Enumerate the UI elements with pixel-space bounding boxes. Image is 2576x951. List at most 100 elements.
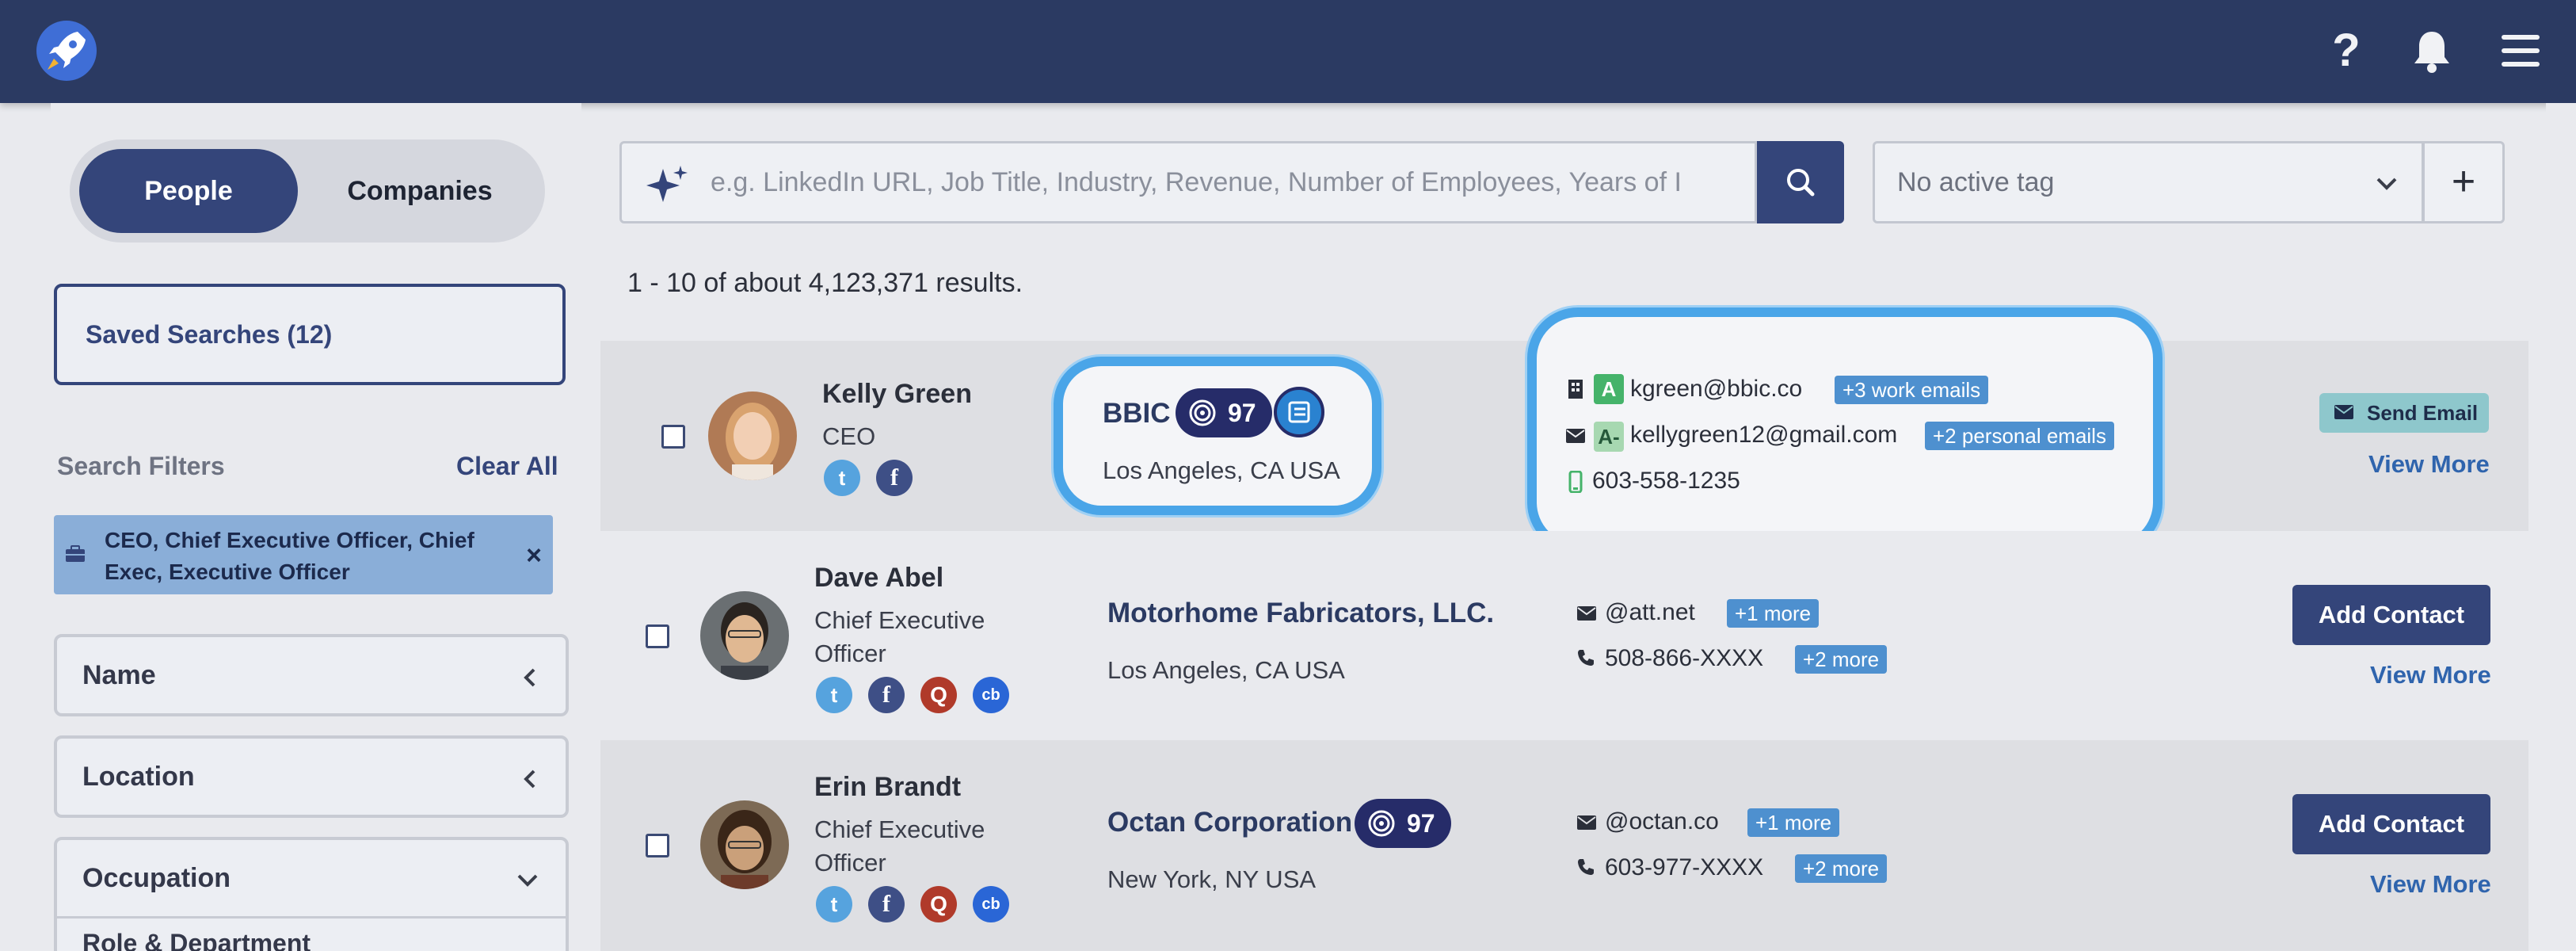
occupation-filter-accordion[interactable]: Occupation Role & Department xyxy=(54,837,569,951)
person-title-line1: Chief Executive xyxy=(814,815,985,843)
saved-searches-button[interactable]: Saved Searches (12) xyxy=(54,284,566,385)
phone-icon xyxy=(1578,650,1594,666)
accordion-label: Location xyxy=(82,762,195,792)
hamburger-menu-icon[interactable] xyxy=(2495,25,2546,76)
quora-icon[interactable]: Q xyxy=(920,677,957,713)
intent-score-badge: 97 xyxy=(1176,388,1272,437)
company-name[interactable]: Motorhome Fabricators, LLC. xyxy=(1107,598,1494,629)
person-title-line1: Chief Executive xyxy=(814,606,985,634)
filters-sidebar: People Companies Saved Searches (12) Sea… xyxy=(51,103,581,951)
add-contact-button[interactable]: Add Contact xyxy=(2292,585,2490,645)
row-checkbox[interactable] xyxy=(646,624,669,648)
twitter-icon[interactable]: t xyxy=(816,677,852,713)
email[interactable]: @att.net xyxy=(1605,599,1695,626)
location-filter-accordion[interactable]: Location xyxy=(54,735,569,818)
send-email-label: Send Email xyxy=(2367,401,2479,425)
company-name[interactable]: BBIC xyxy=(1103,398,1171,430)
more-work-emails-badge[interactable]: +3 work emails xyxy=(1835,376,1989,404)
rocket-logo-icon[interactable] xyxy=(36,21,97,81)
add-contact-button[interactable]: Add Contact xyxy=(2292,794,2490,854)
send-email-button[interactable]: Send Email xyxy=(2319,393,2489,433)
chevron-left-icon xyxy=(524,668,535,687)
help-icon[interactable]: ? xyxy=(2321,25,2372,76)
people-tab[interactable]: People xyxy=(79,149,298,233)
active-filter-text: CEO, Chief Executive Officer, Chief Exec… xyxy=(105,528,474,584)
chevron-down-icon xyxy=(517,874,538,887)
person-title-line2: Officer xyxy=(814,849,886,877)
avatar xyxy=(700,800,789,889)
people-companies-toggle: People Companies xyxy=(70,139,545,243)
search-placeholder: e.g. LinkedIn URL, Job Title, Industry, … xyxy=(711,167,1682,197)
phone-number[interactable]: 508-866-XXXX xyxy=(1605,645,1763,672)
person-name[interactable]: Erin Brandt xyxy=(814,772,961,803)
more-phones-badge[interactable]: +2 more xyxy=(1795,645,1888,674)
facebook-icon[interactable]: f xyxy=(868,886,905,922)
twitter-icon[interactable]: t xyxy=(824,460,860,496)
tag-select-value: No active tag xyxy=(1897,167,2055,197)
facebook-icon[interactable]: f xyxy=(868,677,905,713)
divider xyxy=(57,916,566,919)
search-input[interactable]: e.g. LinkedIn URL, Job Title, Industry, … xyxy=(619,141,1757,223)
twitter-icon[interactable]: t xyxy=(816,886,852,922)
search-button[interactable] xyxy=(1757,141,1844,223)
scrollbar[interactable] xyxy=(2546,103,2576,951)
building-icon xyxy=(1568,380,1583,399)
name-filter-accordion[interactable]: Name xyxy=(54,634,569,716)
chevron-left-icon xyxy=(524,770,535,789)
top-navbar: ? xyxy=(0,0,2576,103)
score-value: 97 xyxy=(1407,809,1435,838)
row-checkbox[interactable] xyxy=(661,425,685,449)
chevron-down-icon xyxy=(2376,178,2397,190)
avatar xyxy=(708,391,797,480)
companies-tab[interactable]: Companies xyxy=(304,149,535,233)
person-name[interactable]: Kelly Green xyxy=(822,379,972,410)
view-more-link[interactable]: View More xyxy=(2370,870,2491,899)
score-value: 97 xyxy=(1228,399,1256,427)
mobile-phone-icon xyxy=(1568,471,1583,493)
avatar xyxy=(700,591,789,680)
work-email[interactable]: kgreen@bbic.co xyxy=(1630,376,1802,403)
facebook-icon[interactable]: f xyxy=(876,460,913,496)
more-phones-badge[interactable]: +2 more xyxy=(1795,854,1888,883)
clear-all-link[interactable]: Clear All xyxy=(456,452,558,481)
add-tag-button[interactable]: + xyxy=(2422,141,2505,223)
view-more-link[interactable]: View More xyxy=(2368,450,2490,479)
person-name[interactable]: Dave Abel xyxy=(814,563,943,594)
person-title-line2: Officer xyxy=(814,640,886,667)
more-emails-badge[interactable]: +1 more xyxy=(1727,599,1820,628)
quora-icon[interactable]: Q xyxy=(920,886,957,922)
company-data-icon[interactable] xyxy=(1274,387,1324,437)
envelope-icon xyxy=(1566,429,1585,443)
personal-email[interactable]: kellygreen12@gmail.com xyxy=(1630,422,1897,449)
view-more-link[interactable]: View More xyxy=(2370,661,2491,689)
company-name[interactable]: Octan Corporation xyxy=(1107,807,1352,838)
row-checkbox[interactable] xyxy=(646,834,669,857)
phone-number[interactable]: 603-558-1235 xyxy=(1592,468,1740,495)
company-location: New York, NY USA xyxy=(1107,865,1317,893)
envelope-icon xyxy=(1577,815,1596,830)
company-location: Los Angeles, CA USA xyxy=(1103,456,1340,484)
bell-icon[interactable] xyxy=(2406,25,2457,76)
more-personal-emails-badge[interactable]: +2 personal emails xyxy=(1925,422,2114,450)
search-icon xyxy=(1787,169,1815,197)
envelope-icon xyxy=(2334,405,2353,419)
remove-filter-icon[interactable]: × xyxy=(526,540,542,571)
accordion-label: Occupation xyxy=(82,863,231,893)
phone-number[interactable]: 603-977-XXXX xyxy=(1605,854,1763,881)
phone-icon xyxy=(1578,859,1594,875)
briefcase-icon xyxy=(66,545,85,562)
crunchbase-icon[interactable]: cb xyxy=(973,677,1009,713)
more-emails-badge[interactable]: +1 more xyxy=(1747,808,1840,837)
envelope-icon xyxy=(1577,606,1596,621)
active-filter-chip: CEO, Chief Executive Officer, Chief Exec… xyxy=(54,515,553,594)
tag-select[interactable]: No active tag xyxy=(1873,141,2424,223)
work-email-grade: A xyxy=(1594,374,1624,404)
results-count: 1 - 10 of about 4,123,371 results. xyxy=(627,268,1023,298)
email[interactable]: @octan.co xyxy=(1605,808,1719,835)
person-title: CEO xyxy=(822,422,876,450)
role-department-label[interactable]: Role & Department xyxy=(82,927,383,951)
sparkle-icon xyxy=(646,166,688,202)
search-filters-title: Search Filters xyxy=(57,452,225,480)
crunchbase-icon[interactable]: cb xyxy=(973,886,1009,922)
target-icon xyxy=(1368,810,1395,837)
